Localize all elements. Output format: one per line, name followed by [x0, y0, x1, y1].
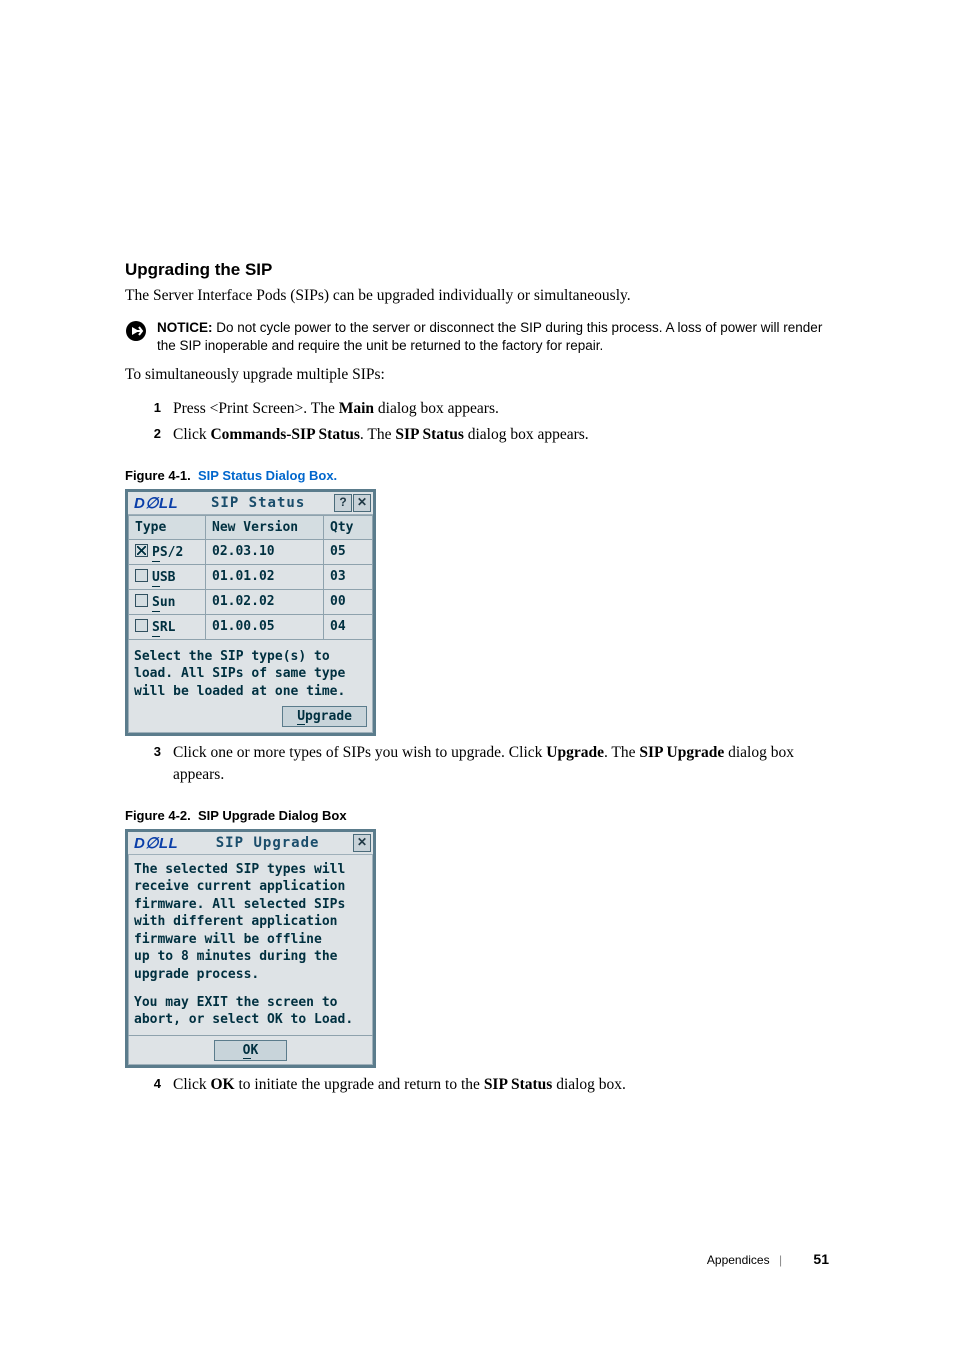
checkbox[interactable] — [135, 569, 148, 582]
upgrade-button[interactable]: Upgrade — [282, 706, 367, 727]
figure-2-title: SIP Upgrade Dialog Box — [198, 808, 347, 823]
help-icon[interactable]: ? — [334, 494, 352, 512]
figure-1-title: SIP Status Dialog Box. — [198, 468, 337, 483]
dialog-message: Select the SIP type(s) to load. All SIPs… — [128, 640, 373, 705]
step-number: 2 — [139, 426, 161, 441]
step-number: 4 — [139, 1076, 161, 1091]
notice-text: NOTICE: Do not cycle power to the server… — [157, 319, 829, 355]
table-row[interactable]: Sun 01.02.02 00 — [129, 589, 373, 614]
table-row[interactable]: USB 01.01.02 03 — [129, 564, 373, 589]
section-heading: Upgrading the SIP — [125, 260, 829, 280]
sip-status-table: Type New Version Qty PS/2 02.03.10 05 US… — [128, 515, 373, 640]
close-icon[interactable]: ✕ — [353, 494, 371, 512]
page-number: 51 — [813, 1251, 829, 1267]
dialog-body: The selected SIP types will receive curr… — [128, 855, 373, 1035]
lead-paragraph: To simultaneously upgrade multiple SIPs: — [125, 365, 829, 386]
col-type: Type — [129, 515, 206, 539]
step-number: 3 — [139, 744, 161, 759]
dialog-titlebar: D∅LL SIP Status ? ✕ — [128, 492, 373, 515]
step-4: 4 Click OK to initiate the upgrade and r… — [125, 1074, 829, 1096]
step-text: Click OK to initiate the upgrade and ret… — [173, 1074, 626, 1096]
step-text: Press <Print Screen>. The Main dialog bo… — [173, 398, 499, 420]
figure-2-caption: Figure 4-2. SIP Upgrade Dialog Box — [125, 808, 829, 823]
figure-1-caption: Figure 4-1. SIP Status Dialog Box. — [125, 468, 829, 483]
dell-logo: D∅LL — [128, 832, 184, 854]
col-qty: Qty — [324, 515, 373, 539]
checkbox[interactable] — [135, 619, 148, 632]
checkbox[interactable] — [135, 544, 148, 557]
step-text: Click one or more types of SIPs you wish… — [173, 742, 829, 785]
ok-button[interactable]: OK — [214, 1040, 288, 1061]
step-number: 1 — [139, 400, 161, 415]
col-version: New Version — [206, 515, 324, 539]
table-row[interactable]: SRL 01.00.05 04 — [129, 614, 373, 639]
step-text: Click Commands-SIP Status. The SIP Statu… — [173, 424, 589, 446]
dell-logo: D∅LL — [128, 492, 184, 514]
intro-paragraph: The Server Interface Pods (SIPs) can be … — [125, 286, 829, 307]
dialog-title: SIP Status — [184, 492, 332, 514]
checkbox[interactable] — [135, 594, 148, 607]
step-1: 1 Press <Print Screen>. The Main dialog … — [125, 398, 829, 420]
step-3: 3 Click one or more types of SIPs you wi… — [125, 742, 829, 785]
close-icon[interactable]: ✕ — [353, 834, 371, 852]
footer-section: Appendices — [707, 1253, 770, 1267]
notice-label: NOTICE: — [157, 320, 213, 335]
dialog-titlebar: D∅LL SIP Upgrade ✕ — [128, 832, 373, 855]
page-footer: Appendices | 51 — [707, 1251, 829, 1267]
table-row[interactable]: PS/2 02.03.10 05 — [129, 539, 373, 564]
notice-icon — [125, 320, 147, 347]
notice-body: Do not cycle power to the server or disc… — [157, 320, 822, 353]
step-2: 2 Click Commands-SIP Status. The SIP Sta… — [125, 424, 829, 446]
sip-status-dialog: D∅LL SIP Status ? ✕ Type New Version Qty… — [125, 489, 376, 737]
notice-block: NOTICE: Do not cycle power to the server… — [125, 319, 829, 355]
dialog-title: SIP Upgrade — [184, 832, 351, 854]
sip-upgrade-dialog: D∅LL SIP Upgrade ✕ The selected SIP type… — [125, 829, 376, 1068]
